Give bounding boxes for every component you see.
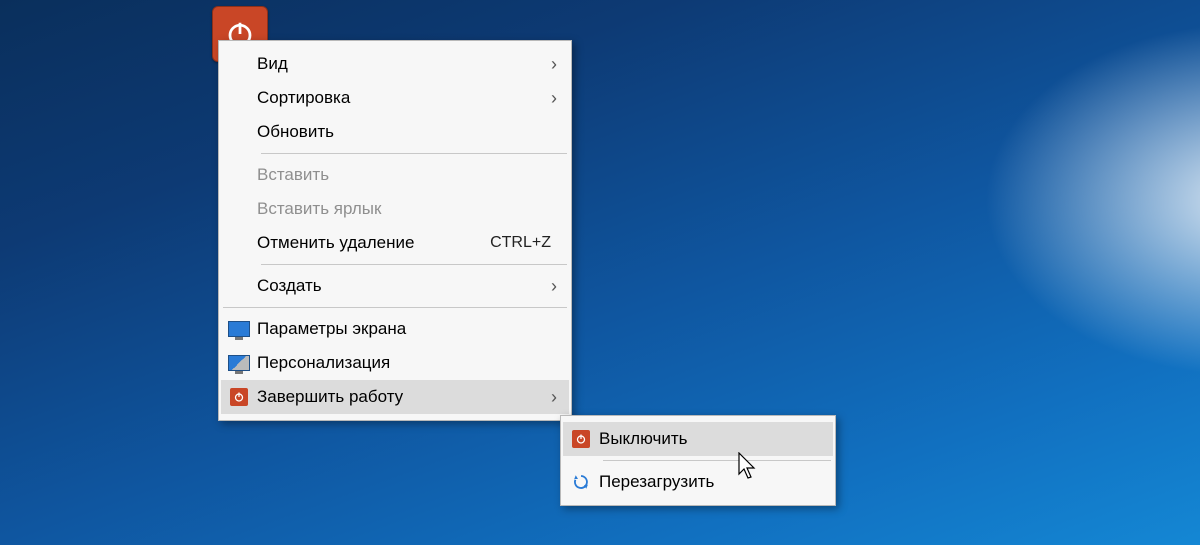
chevron-right-icon: › [537, 54, 559, 75]
menu-separator [261, 264, 567, 265]
chevron-right-icon: › [537, 387, 559, 408]
menu-separator [603, 460, 831, 461]
power-icon [230, 388, 248, 406]
personalization-icon [228, 355, 250, 371]
menu-separator [261, 153, 567, 154]
menu-item-label: Создать [257, 276, 322, 296]
chevron-right-icon: › [537, 88, 559, 109]
submenu-item-power-off[interactable]: Выключить [563, 422, 833, 456]
menu-item-new[interactable]: Создать › [221, 269, 569, 303]
menu-item-paste: Вставить [221, 158, 569, 192]
menu-item-label: Обновить [257, 122, 334, 142]
menu-item-label: Параметры экрана [257, 319, 406, 339]
menu-item-shortcut: CTRL+Z [490, 234, 559, 252]
menu-item-display-settings[interactable]: Параметры экрана [221, 312, 569, 346]
menu-item-label: Вставить ярлык [257, 199, 381, 219]
menu-item-shutdown[interactable]: Завершить работу › [221, 380, 569, 414]
menu-item-view[interactable]: Вид › [221, 47, 569, 81]
menu-separator [223, 307, 567, 308]
submenu-item-label: Выключить [599, 429, 687, 449]
menu-item-label: Отменить удаление [257, 233, 414, 253]
shutdown-submenu: Выключить Перезагрузить [560, 415, 836, 506]
menu-item-undo-delete[interactable]: Отменить удаление CTRL+Z [221, 226, 569, 260]
menu-item-label: Завершить работу [257, 387, 403, 407]
menu-item-paste-shortcut: Вставить ярлык [221, 192, 569, 226]
menu-item-label: Вставить [257, 165, 329, 185]
menu-item-label: Персонализация [257, 353, 390, 373]
desktop[interactable]: Вы Вид › Сортировка › Обновить Вставить [0, 0, 1200, 545]
chevron-right-icon: › [537, 276, 559, 297]
menu-item-refresh[interactable]: Обновить [221, 115, 569, 149]
menu-item-sort[interactable]: Сортировка › [221, 81, 569, 115]
restart-icon [572, 473, 590, 491]
power-icon [572, 430, 590, 448]
menu-item-label: Вид [257, 54, 288, 74]
submenu-item-label: Перезагрузить [599, 472, 714, 492]
menu-item-label: Сортировка [257, 88, 350, 108]
menu-item-personalize[interactable]: Персонализация [221, 346, 569, 380]
desktop-context-menu: Вид › Сортировка › Обновить Вставить Вст… [218, 40, 572, 421]
display-settings-icon [228, 321, 250, 337]
submenu-item-restart[interactable]: Перезагрузить [563, 465, 833, 499]
